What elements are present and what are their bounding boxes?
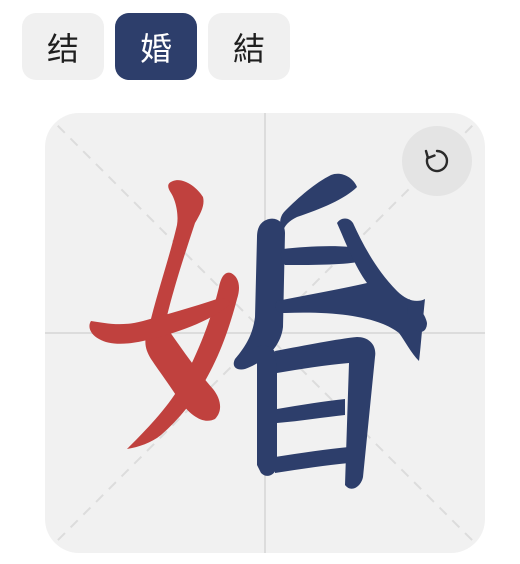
variant-tabs: 结 婚 結 (22, 13, 290, 80)
component-strokes (233, 173, 427, 489)
component-stroke-6 (257, 345, 277, 476)
tab-variant-current[interactable]: 婚 (115, 13, 197, 80)
component-stroke-8 (277, 399, 345, 423)
component-stroke-9 (275, 447, 349, 473)
radical-strokes (89, 180, 239, 449)
tab-variant-traditional[interactable]: 結 (208, 13, 290, 80)
tab-variant-simplified[interactable]: 结 (22, 13, 104, 80)
replay-icon (424, 149, 449, 173)
stroke-order-canvas (45, 113, 485, 553)
replay-button[interactable] (402, 126, 472, 196)
